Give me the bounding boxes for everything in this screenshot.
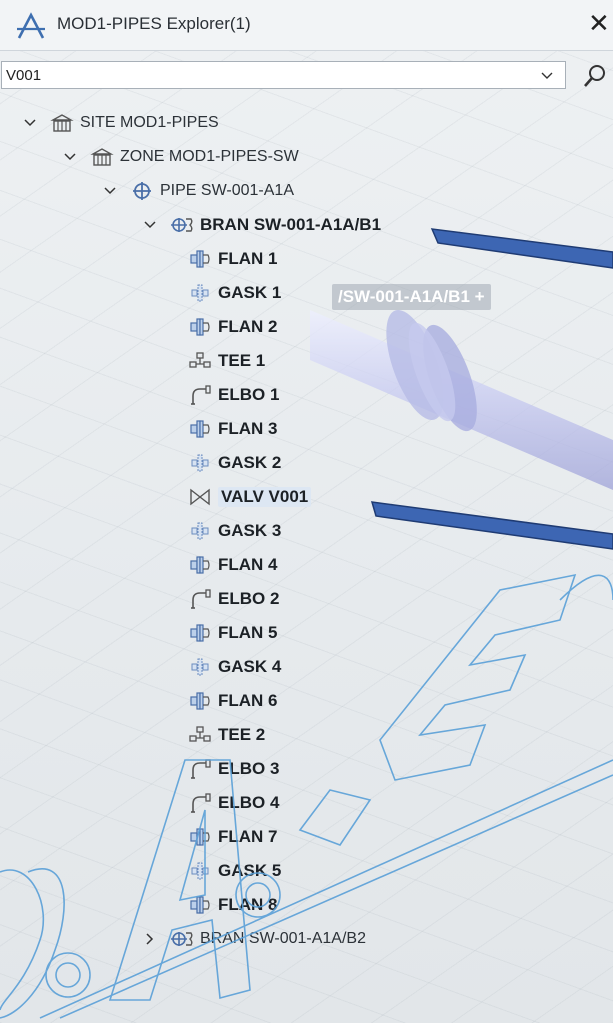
flange-icon [188,418,212,440]
tree-item[interactable]: TEE 2 [188,720,265,750]
tree-item[interactable]: SITE MOD1-PIPES [22,108,219,138]
gasket-icon [188,282,212,304]
tree-item[interactable]: FLAN 6 [188,686,278,716]
flange-icon [188,554,212,576]
tree-item[interactable]: FLAN 2 [188,312,278,342]
tree-item[interactable]: TEE 1 [188,346,265,376]
app-logo-icon [17,12,45,39]
tree-item[interactable]: BRAN SW-001-A1A/B2 [142,924,366,954]
title-bar: MOD1-PIPES Explorer(1) ✕ [0,0,613,51]
search-input[interactable] [6,65,526,85]
valve-icon [188,486,212,508]
tree-item-label: GASK 2 [218,453,282,472]
tree-item-label: TEE 2 [218,725,266,744]
zone-icon [90,146,114,168]
branch-icon [170,928,194,950]
tee-icon [188,724,212,746]
tree-item-label: FLAN 7 [218,827,278,846]
gasket-icon [188,452,212,474]
tree-item-label: FLAN 5 [218,623,278,642]
tree-item[interactable]: FLAN 5 [188,618,278,648]
tree-item-label: TEE 1 [218,351,266,370]
chevron-down-icon[interactable] [539,67,555,83]
tree-item-label: BRAN SW-001-A1A/B2 [200,930,366,947]
viewport-hover-label: /SW-001-A1A/B1 + [332,284,491,310]
search-combo[interactable] [1,61,566,89]
tree-item-label: ELBO 4 [218,793,280,812]
tree-item-label: FLAN 4 [218,555,278,574]
tree-item-label: ZONE MOD1-PIPES-SW [120,148,299,165]
gasket-icon [188,656,212,678]
tree-item[interactable]: ELBO 3 [188,754,279,784]
pipe-icon [130,180,154,202]
tee-icon [188,350,212,372]
tree-item-label: PIPE SW-001-A1A [160,182,294,199]
elbow-icon [188,758,212,780]
tree-item[interactable]: GASK 2 [188,448,281,478]
chevron-down-icon[interactable] [62,149,78,165]
tree-item-label: ELBO 1 [218,385,280,404]
explorer-panel: MOD1-PIPES Explorer(1) ✕ SITE MOD1-PIPES… [0,0,613,1023]
flange-icon [188,826,212,848]
tree-item[interactable]: GASK 5 [188,856,281,886]
tree-item[interactable]: GASK 4 [188,652,281,682]
tree-item[interactable]: PIPE SW-001-A1A [102,176,294,206]
tree-item[interactable]: ELBO 2 [188,584,279,614]
tree-item-label: BRAN SW-001-A1A/B1 [200,215,382,234]
flange-icon [188,894,212,916]
tree-item-label: ELBO 2 [218,589,280,608]
flange-icon [188,690,212,712]
tree-item[interactable]: FLAN 1 [188,244,278,274]
search-row [0,60,613,92]
tree-item-label: VALV V001 [218,487,312,507]
elbow-icon [188,384,212,406]
tree-item-selected[interactable]: VALV V001 [188,482,312,512]
site-icon [50,112,74,134]
tree-item-label: GASK 4 [218,657,282,676]
close-icon[interactable]: ✕ [588,8,610,38]
flange-icon [188,248,212,270]
tree-item-label: SITE MOD1-PIPES [80,114,219,131]
tree-item-label: FLAN 6 [218,691,278,710]
tree-item[interactable]: FLAN 4 [188,550,278,580]
search-icon[interactable] [582,63,608,89]
flange-icon [188,316,212,338]
tree-item[interactable]: GASK 3 [188,516,281,546]
tree-item-label: FLAN 1 [218,249,278,268]
tree-item-label: ELBO 3 [218,759,280,778]
window-title: MOD1-PIPES Explorer(1) [57,14,251,33]
elbow-icon [188,792,212,814]
chevron-down-icon[interactable] [102,183,118,199]
tree-item-label: FLAN 8 [218,895,278,914]
flange-icon [188,622,212,644]
chevron-down-icon[interactable] [142,217,158,233]
gasket-icon [188,520,212,542]
tree-item[interactable]: ELBO 4 [188,788,279,818]
tree-item[interactable]: FLAN 8 [188,890,278,920]
tree-item[interactable]: BRAN SW-001-A1A/B1 [142,210,381,240]
tree-item-label: FLAN 2 [218,317,278,336]
chevron-down-icon[interactable] [22,115,38,131]
tree-item[interactable]: ZONE MOD1-PIPES-SW [62,142,299,172]
tree-item[interactable]: ELBO 1 [188,380,279,410]
chevron-right-icon[interactable] [142,931,158,947]
tree-item-label: GASK 3 [218,521,282,540]
gasket-icon [188,860,212,882]
tree-item[interactable]: FLAN 3 [188,414,278,444]
tree-item[interactable]: FLAN 7 [188,822,278,852]
tree-item[interactable]: GASK 1 [188,278,281,308]
tree-item-label: GASK 1 [218,283,282,302]
elbow-icon [188,588,212,610]
tree-item-label: GASK 5 [218,861,282,880]
branch-icon [170,214,194,236]
tree-item-label: FLAN 3 [218,419,278,438]
